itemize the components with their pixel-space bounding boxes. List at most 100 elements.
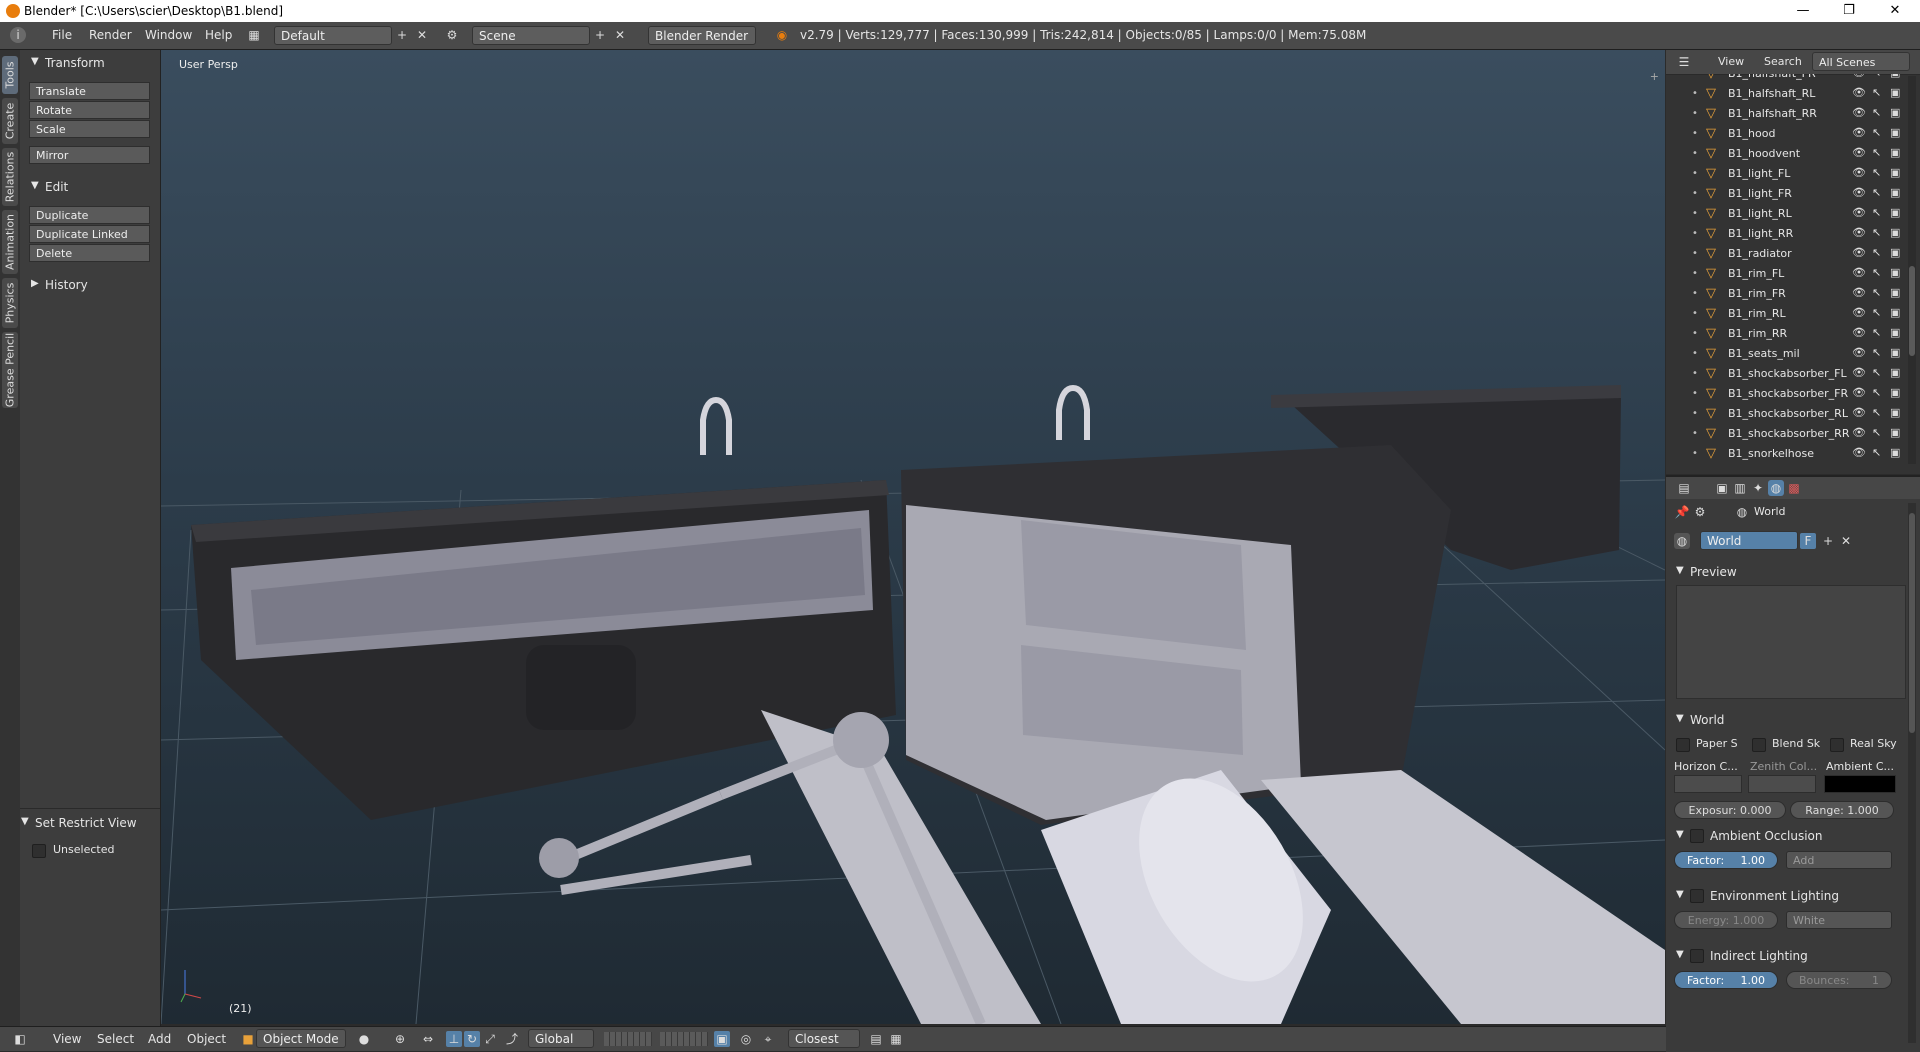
outliner-row[interactable]: • ▽ B1_light_FR 👁 ↖ ▣: [1666, 184, 1906, 204]
render-camera-icon[interactable]: ▣: [1890, 106, 1900, 119]
world-tab-icon[interactable]: ◍: [1768, 480, 1784, 496]
exposure-field[interactable]: Exposur: 0.000: [1674, 801, 1786, 819]
render-camera-icon[interactable]: ▣: [1890, 86, 1900, 99]
eye-visibility-icon[interactable]: 👁: [1852, 86, 1866, 99]
world-datablock-field[interactable]: World: [1700, 531, 1798, 550]
render-camera-icon[interactable]: ▣: [1890, 206, 1900, 219]
paper-sky-checkbox[interactable]: [1676, 738, 1690, 752]
outliner-view-menu[interactable]: View: [1718, 55, 1744, 68]
render-engine-dropdown[interactable]: Blender Render: [648, 26, 756, 45]
eye-visibility-icon[interactable]: 👁: [1852, 186, 1866, 199]
menu-object[interactable]: Object: [187, 1032, 226, 1046]
outliner-scrollbar[interactable]: [1908, 76, 1916, 464]
snap-target-dropdown[interactable]: Closest: [788, 1029, 860, 1048]
outliner-row[interactable]: • ▽ B1_shockabsorber_RR 👁 ↖ ▣: [1666, 424, 1906, 444]
minimize-button[interactable]: —: [1780, 0, 1826, 22]
outliner-row[interactable]: • ▽ B1_shockabsorber_FL 👁 ↖ ▣: [1666, 364, 1906, 384]
maximize-button[interactable]: ❐: [1826, 0, 1872, 22]
eye-visibility-icon[interactable]: 👁: [1852, 126, 1866, 139]
remove-scene-icon[interactable]: ✕: [612, 27, 628, 43]
arrow-selectability-icon[interactable]: ↖: [1872, 366, 1881, 379]
outliner-row[interactable]: • ▽ B1_halfshaft_RL 👁 ↖ ▣: [1666, 84, 1906, 104]
outliner-row[interactable]: • ▽ B1_seats_mil 👁 ↖ ▣: [1666, 344, 1906, 364]
menu-select[interactable]: Select: [97, 1032, 134, 1046]
real-sky-checkbox[interactable]: [1830, 738, 1844, 752]
eye-visibility-icon[interactable]: 👁: [1852, 366, 1866, 379]
env-lighting-panel-header[interactable]: ▼ Environment Lighting: [1670, 885, 1906, 907]
render-camera-icon[interactable]: ▣: [1890, 226, 1900, 239]
indirect-bounces-field[interactable]: Bounces: 1: [1786, 971, 1892, 989]
ao-panel-header[interactable]: ▼ Ambient Occlusion: [1670, 825, 1906, 847]
menu-window[interactable]: Window: [145, 28, 192, 42]
scene-tab-icon[interactable]: ✦: [1750, 480, 1766, 496]
eye-visibility-icon[interactable]: 👁: [1852, 106, 1866, 119]
arrow-selectability-icon[interactable]: ↖: [1872, 426, 1881, 439]
scene-icon[interactable]: ⚙: [444, 27, 460, 43]
transform-orientation-dropdown[interactable]: Global: [528, 1029, 594, 1048]
display-mode-dropdown[interactable]: All Scenes: [1812, 52, 1910, 71]
arrow-selectability-icon[interactable]: ↖: [1872, 206, 1881, 219]
properties-editor-icon[interactable]: ▤: [1676, 480, 1692, 496]
render-camera-icon[interactable]: ▣: [1890, 166, 1900, 179]
translate-manipulator-icon[interactable]: ⊥: [446, 1031, 462, 1047]
eye-visibility-icon[interactable]: 👁: [1852, 246, 1866, 259]
snap-element-icon[interactable]: ⌖: [760, 1031, 776, 1047]
arrow-selectability-icon[interactable]: ↖: [1872, 186, 1881, 199]
range-field[interactable]: Range: 1.000: [1790, 801, 1894, 819]
arrow-selectability-icon[interactable]: ↖: [1872, 326, 1881, 339]
world-panel-header[interactable]: ▼ World: [1670, 709, 1906, 731]
translate-button[interactable]: Translate: [29, 82, 150, 100]
outliner-search-menu[interactable]: Search: [1764, 55, 1802, 68]
layer-buttons-row1[interactable]: [604, 1032, 652, 1046]
proportional-edit-icon[interactable]: ◎: [738, 1031, 754, 1047]
outliner-row[interactable]: • ▽ B1_shockabsorber_RL 👁 ↖ ▣: [1666, 404, 1906, 424]
outliner-row[interactable]: • ▽ B1_halfshaft_RR 👁 ↖ ▣: [1666, 104, 1906, 124]
eye-visibility-icon[interactable]: 👁: [1852, 146, 1866, 159]
eye-visibility-icon[interactable]: 👁: [1852, 166, 1866, 179]
eye-visibility-icon[interactable]: 👁: [1852, 326, 1866, 339]
env-color-dropdown[interactable]: White: [1786, 911, 1892, 929]
mirror-button[interactable]: Mirror: [29, 146, 150, 164]
outliner-row[interactable]: • ▽ B1_rim_FL 👁 ↖ ▣: [1666, 264, 1906, 284]
outliner-row[interactable]: •▽B1_halfshaft_FR👁↖▣: [1666, 74, 1906, 84]
render-camera-icon[interactable]: ▣: [1890, 306, 1900, 319]
arrow-selectability-icon[interactable]: ↖: [1872, 266, 1881, 279]
unselected-checkbox[interactable]: [32, 844, 46, 858]
eye-visibility-icon[interactable]: 👁: [1852, 266, 1866, 279]
eye-visibility-icon[interactable]: 👁: [1852, 346, 1866, 359]
world-browse-icon[interactable]: ◍: [1674, 533, 1690, 549]
arrow-selectability-icon[interactable]: ↖: [1872, 106, 1881, 119]
pivot-point-icon[interactable]: ⊕: [392, 1031, 408, 1047]
rotate-button[interactable]: Rotate: [29, 101, 150, 119]
tab-grease-pencil[interactable]: Grease Pencil: [2, 332, 18, 408]
render-camera-icon[interactable]: ▣: [1890, 266, 1900, 279]
menu-view[interactable]: View: [53, 1032, 81, 1046]
eye-visibility-icon[interactable]: 👁: [1852, 386, 1866, 399]
arrow-selectability-icon[interactable]: ↖: [1872, 166, 1881, 179]
horizon-color-swatch[interactable]: [1674, 775, 1742, 793]
arrow-selectability-icon[interactable]: ↖: [1872, 446, 1881, 459]
duplicate-linked-button[interactable]: Duplicate Linked: [29, 225, 150, 243]
tab-physics[interactable]: Physics: [2, 278, 18, 328]
arrow-selectability-icon[interactable]: ↖: [1872, 286, 1881, 299]
set-restrict-view-header[interactable]: ▼ Set Restrict View: [10, 812, 150, 834]
indirect-lighting-panel-header[interactable]: ▼ Indirect Lighting: [1670, 945, 1906, 967]
arrow-selectability-icon[interactable]: ↖: [1872, 126, 1881, 139]
eye-visibility-icon[interactable]: 👁: [1852, 446, 1866, 459]
opengl-render-icon[interactable]: ▤: [868, 1031, 884, 1047]
eye-visibility-icon[interactable]: 👁: [1852, 286, 1866, 299]
outliner-row[interactable]: • ▽ B1_hood 👁 ↖ ▣: [1666, 124, 1906, 144]
env-energy-field[interactable]: Energy: 1.000: [1674, 911, 1778, 929]
arrow-selectability-icon[interactable]: ↖: [1872, 86, 1881, 99]
pin-icon[interactable]: 📌: [1674, 504, 1690, 520]
texture-tab-icon[interactable]: ▩: [1786, 480, 1802, 496]
blend-sky-checkbox[interactable]: [1752, 738, 1766, 752]
indirect-factor-field[interactable]: Factor: 1.00: [1674, 971, 1778, 989]
outliner-row[interactable]: • ▽ B1_rim_RL 👁 ↖ ▣: [1666, 304, 1906, 324]
render-camera-icon[interactable]: ▣: [1890, 246, 1900, 259]
menu-file[interactable]: File: [52, 28, 72, 42]
3d-viewport[interactable]: User Persp (21) +: [161, 50, 1665, 1024]
indirect-lighting-checkbox[interactable]: [1690, 949, 1704, 963]
properties-scrollbar[interactable]: [1908, 503, 1916, 1043]
render-camera-icon[interactable]: ▣: [1890, 126, 1900, 139]
